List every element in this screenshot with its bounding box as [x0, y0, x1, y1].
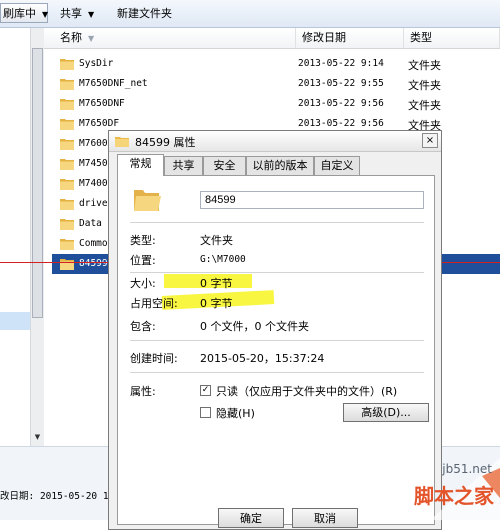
- explorer-toolbar: 刷库中 ▼ 共享 ▼ 新建文件夹: [0, 0, 500, 28]
- cancel-button[interactable]: 取消: [292, 508, 358, 528]
- file-row[interactable]: SysDir 2013-05-22 9:14 文件夹: [52, 54, 500, 74]
- divider: [130, 340, 424, 341]
- library-label: 刷库中: [3, 7, 36, 20]
- new-folder-button[interactable]: 新建文件夹: [117, 6, 172, 22]
- column-header-date[interactable]: 修改日期: [296, 28, 404, 48]
- file-type: 文件夹: [408, 99, 441, 112]
- created-value: 2015-05-20，15:37:24: [200, 352, 325, 365]
- folder-icon: [60, 79, 74, 90]
- file-row[interactable]: M7650DNF_net 2013-05-22 9:55 文件夹: [52, 74, 500, 94]
- site-watermark: jb51.net 脚本之家: [370, 458, 500, 520]
- tab-security[interactable]: 安全: [203, 156, 246, 175]
- ok-button[interactable]: 确定: [218, 508, 284, 528]
- dialog-title: 84599 属性: [135, 136, 196, 149]
- contains-value: 0 个文件，0 个文件夹: [200, 320, 309, 333]
- library-button[interactable]: 刷库中 ▼: [0, 3, 48, 23]
- divider: [130, 272, 424, 273]
- advanced-button[interactable]: 高级(D)...: [343, 403, 429, 422]
- type-label: 类型:: [130, 234, 156, 247]
- hidden-label[interactable]: 隐藏(H): [216, 405, 255, 421]
- tab-general[interactable]: 常规: [117, 154, 164, 176]
- size-label: 大小:: [130, 277, 156, 290]
- contains-label: 包含:: [130, 320, 156, 333]
- watermark-name: 脚本之家: [414, 484, 494, 508]
- readonly-checkbox[interactable]: ✓: [200, 385, 211, 396]
- file-name: M7650DNF_net: [79, 78, 148, 89]
- hidden-checkbox[interactable]: [200, 407, 211, 418]
- file-list-header: 名称 ▼ 修改日期 类型: [44, 28, 500, 49]
- column-name-label: 名称: [60, 31, 82, 44]
- watermark-site: jb51.net: [442, 462, 492, 476]
- file-date: 2013-05-22 9:14: [298, 58, 384, 69]
- tab-share[interactable]: 共享: [164, 156, 203, 175]
- file-date: 2013-05-22 9:56: [298, 98, 384, 109]
- folder-icon: [60, 119, 74, 130]
- disk-size-value: 0 字节: [200, 297, 233, 310]
- file-name: Commo: [79, 238, 108, 249]
- chevron-down-icon: ▼: [88, 10, 95, 19]
- file-name: M7650DF: [79, 118, 120, 129]
- tab-customize[interactable]: 自定义: [314, 156, 360, 175]
- folder-icon: [60, 219, 74, 230]
- navigation-scrollbar[interactable]: ▼: [30, 28, 44, 446]
- navigation-selected-item[interactable]: [0, 312, 30, 330]
- column-header-name[interactable]: 名称 ▼: [44, 28, 296, 48]
- divider: [130, 372, 424, 373]
- file-name: M7400: [79, 178, 108, 189]
- file-row[interactable]: M7650DNF 2013-05-22 9:56 文件夹: [52, 94, 500, 114]
- file-name: Data: [79, 218, 102, 229]
- sort-descending-icon: ▼: [88, 34, 95, 43]
- file-date: 2013-05-22 9:56: [298, 118, 384, 129]
- disk-size-label: 占用空间:: [130, 297, 178, 310]
- file-name: M7450: [79, 158, 108, 169]
- chevron-down-icon: ▼: [42, 10, 49, 19]
- file-type: 文件夹: [408, 79, 441, 92]
- column-header-type[interactable]: 类型: [404, 28, 500, 48]
- scrollbar-thumb[interactable]: [32, 48, 43, 318]
- tab-previous-versions[interactable]: 以前的版本: [246, 156, 314, 175]
- share-button[interactable]: 共享 ▼: [60, 6, 94, 22]
- type-value: 文件夹: [200, 234, 233, 247]
- location-value: G:\M7000: [200, 254, 246, 265]
- folder-icon: [60, 199, 74, 210]
- size-value: 0 字节: [200, 277, 233, 290]
- dialog-titlebar[interactable]: 84599 属性 ×: [109, 131, 441, 152]
- attributes-label: 属性:: [130, 385, 156, 398]
- created-label: 创建时间:: [130, 352, 178, 365]
- file-type: 文件夹: [408, 59, 441, 72]
- folder-icon: [115, 137, 129, 147]
- folder-icon: [60, 179, 74, 190]
- folder-icon: [60, 159, 74, 170]
- large-folder-icon: [134, 190, 161, 211]
- file-name: 84599: [79, 258, 108, 269]
- scroll-down-arrow-icon[interactable]: ▼: [32, 431, 43, 444]
- file-date: 2013-05-22 9:55: [298, 78, 384, 89]
- details-modified-date: 改日期: 2015-05-20 15: [0, 491, 115, 502]
- divider: [130, 222, 424, 223]
- file-name: M7650DNF: [79, 98, 125, 109]
- folder-icon: [60, 99, 74, 110]
- folder-name-input[interactable]: [200, 191, 424, 209]
- file-name: drive: [79, 198, 108, 209]
- file-name: SysDir: [79, 58, 114, 69]
- location-label: 位置:: [130, 254, 156, 267]
- readonly-label[interactable]: 只读（仅应用于文件夹中的文件）(R): [216, 383, 397, 399]
- share-label: 共享: [60, 7, 82, 20]
- folder-icon: [60, 59, 74, 70]
- file-name: M7600: [79, 138, 108, 149]
- folder-icon: [60, 139, 74, 150]
- close-button[interactable]: ×: [422, 133, 438, 148]
- folder-icon: [60, 239, 74, 250]
- folder-icon: [60, 259, 74, 270]
